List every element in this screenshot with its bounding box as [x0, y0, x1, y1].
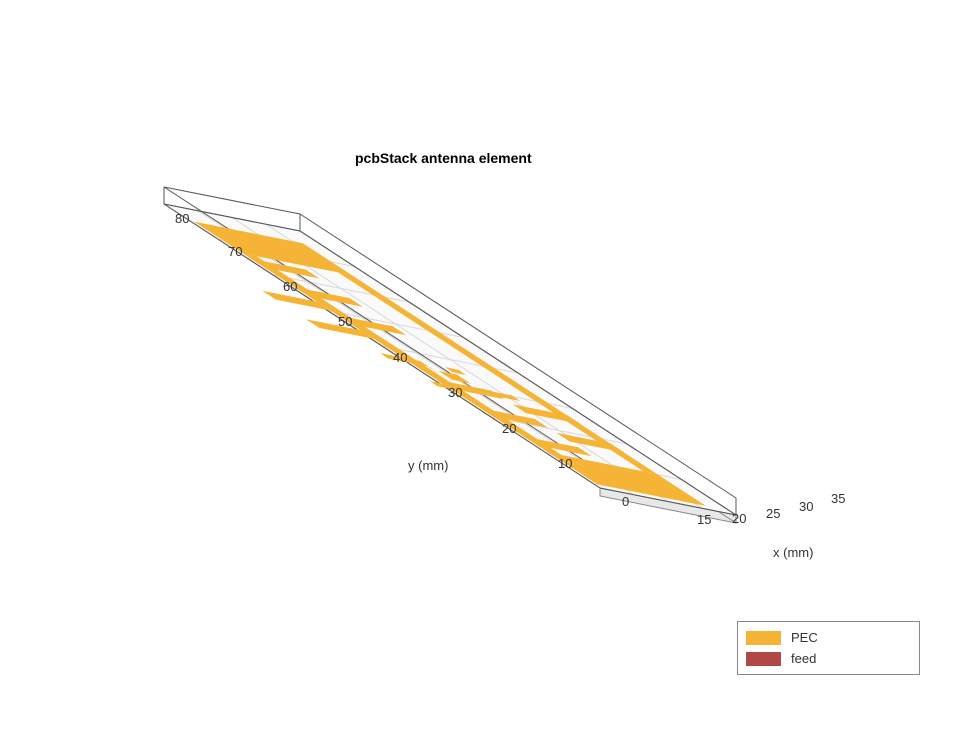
- legend-label-feed: feed: [791, 651, 816, 666]
- y-tick-70: 70: [228, 244, 242, 259]
- y-tick-20: 20: [502, 421, 516, 436]
- x-tick-30: 30: [799, 499, 813, 514]
- y-tick-40: 40: [393, 350, 407, 365]
- y-tick-50: 50: [338, 314, 352, 329]
- x-tick-15: 15: [697, 512, 711, 527]
- x-tick-20: 20: [732, 511, 746, 526]
- x-tick-25: 25: [766, 506, 780, 521]
- x-tick-35: 35: [831, 491, 845, 506]
- y-tick-60: 60: [283, 279, 297, 294]
- x-axis-label: x (mm): [773, 545, 813, 560]
- legend-label-pec: PEC: [791, 630, 818, 645]
- legend-swatch-pec: [746, 631, 781, 645]
- y-tick-10: 10: [558, 456, 572, 471]
- legend-item-feed: feed: [746, 648, 911, 669]
- y-tick-80: 80: [175, 211, 189, 226]
- legend: PEC feed: [737, 621, 920, 675]
- legend-item-pec: PEC: [746, 627, 911, 648]
- y-tick-30: 30: [448, 385, 462, 400]
- y-tick-0: 0: [622, 494, 629, 509]
- y-axis-label: y (mm): [408, 458, 448, 473]
- legend-swatch-feed: [746, 652, 781, 666]
